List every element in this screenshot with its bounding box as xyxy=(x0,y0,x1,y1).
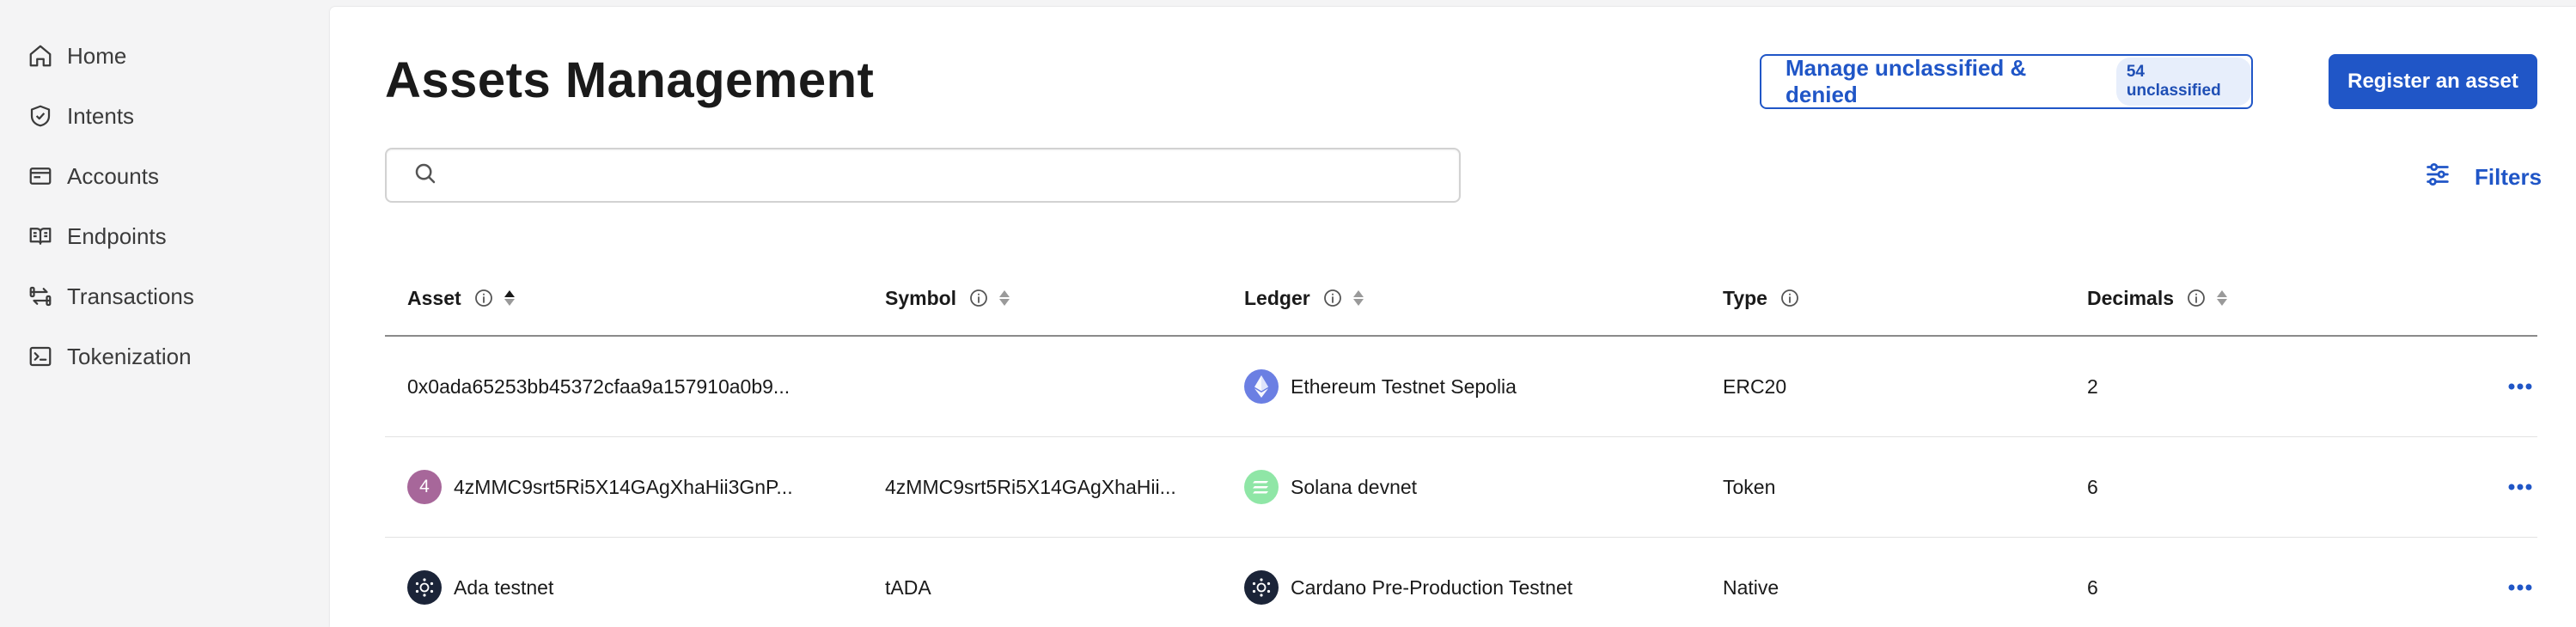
sidebar-item-transactions[interactable]: Transactions xyxy=(0,266,330,326)
symbol-cell: tADA xyxy=(885,538,931,627)
decimals-cell: 6 xyxy=(2087,538,2098,627)
asset-type: Native xyxy=(1723,575,1779,599)
cardano-icon xyxy=(407,570,442,605)
unclassified-count-badge: 54 unclassified xyxy=(2115,58,2251,106)
sidebar-item-home[interactable]: Home xyxy=(0,26,330,86)
column-label: Asset xyxy=(407,286,461,309)
sidebar-item-intents[interactable]: Intents xyxy=(0,86,330,146)
column-header-decimals[interactable]: Decimals xyxy=(2087,285,2229,311)
info-icon[interactable] xyxy=(1779,288,1800,308)
info-icon[interactable] xyxy=(1322,288,1343,308)
solana-icon xyxy=(1244,470,1279,504)
filters-label: Filters xyxy=(2475,164,2542,190)
asset-type: ERC20 xyxy=(1723,374,1787,398)
ledger-cell: Cardano Pre-Production Testnet xyxy=(1244,538,1572,627)
transfer-icon xyxy=(26,282,55,311)
row-actions-button[interactable] xyxy=(2503,470,2537,504)
terminal-icon xyxy=(26,342,55,371)
sort-icon[interactable] xyxy=(2215,288,2229,308)
cardano-icon xyxy=(1244,570,1279,605)
asset-name: Ada testnet xyxy=(454,575,554,599)
register-asset-label: Register an asset xyxy=(2347,70,2518,93)
column-header-type[interactable]: Type xyxy=(1723,285,1800,311)
column-header-ledger[interactable]: Ledger xyxy=(1244,285,1365,311)
sidebar-item-label: Home xyxy=(67,42,127,69)
type-cell: Token xyxy=(1723,437,1775,537)
column-label: Symbol xyxy=(885,286,957,309)
symbol-cell: 4zMMC9srt5Ri5X14GAgXhaHii... xyxy=(885,437,1176,537)
type-cell: ERC20 xyxy=(1723,337,1786,436)
type-cell: Native xyxy=(1723,538,1779,627)
table-row[interactable]: 4 4zMMC9srt5Ri5X14GAgXhaHii3GnP... 4zMMC… xyxy=(385,437,2537,538)
manage-unclassified-label: Manage unclassified & denied xyxy=(1785,55,2027,107)
sidebar: Home Intents Accounts Endpoints Transact… xyxy=(0,0,330,627)
main-panel: Assets Management Manage unclassified & … xyxy=(330,7,2576,627)
sidebar-item-label: Endpoints xyxy=(67,222,167,249)
ledger-name: Cardano Pre-Production Testnet xyxy=(1291,575,1573,599)
asset-decimals: 6 xyxy=(2087,575,2098,599)
column-label: Ledger xyxy=(1244,286,1310,309)
asset-name: 0x0ada65253bb45372cfaa9a157910a0b9... xyxy=(407,374,791,398)
filters-button[interactable]: Filters xyxy=(2401,160,2542,195)
asset-name: 4zMMC9srt5Ri5X14GAgXhaHii3GnP... xyxy=(454,475,793,498)
sidebar-item-tokenization[interactable]: Tokenization xyxy=(0,326,330,387)
asset-cell: 4 4zMMC9srt5Ri5X14GAgXhaHii3GnP... xyxy=(407,437,793,537)
shield-check-icon xyxy=(26,101,55,131)
asset-symbol: tADA xyxy=(885,575,931,599)
asset-symbol: 4zMMC9srt5Ri5X14GAgXhaHii... xyxy=(885,475,1176,498)
asset-type: Token xyxy=(1723,475,1776,498)
row-actions-button[interactable] xyxy=(2503,369,2537,404)
search-icon xyxy=(412,161,438,191)
asset-cell: 0x0ada65253bb45372cfaa9a157910a0b9... xyxy=(407,337,790,436)
book-icon xyxy=(26,222,55,251)
asset-cell: Ada testnet xyxy=(407,538,553,627)
ledger-name: Solana devnet xyxy=(1291,475,1418,498)
ethereum-icon xyxy=(1244,369,1279,404)
table-row[interactable]: 0x0ada65253bb45372cfaa9a157910a0b9... Et… xyxy=(385,337,2537,437)
table-row[interactable]: Ada testnet tADA Cardano Pre-Production … xyxy=(385,538,2537,627)
more-horizontal-icon xyxy=(2508,383,2532,390)
more-horizontal-icon xyxy=(2508,484,2532,490)
search-box[interactable] xyxy=(385,148,1461,203)
ledger-cell: Solana devnet xyxy=(1244,437,1417,537)
sort-ascending-icon[interactable] xyxy=(503,288,516,308)
decimals-cell: 2 xyxy=(2087,337,2098,436)
sidebar-item-endpoints[interactable]: Endpoints xyxy=(0,206,330,266)
ledger-cell: Ethereum Testnet Sepolia xyxy=(1244,337,1517,436)
column-header-symbol[interactable]: Symbol xyxy=(885,285,1011,311)
sidebar-item-label: Tokenization xyxy=(67,343,192,369)
sidebar-item-label: Transactions xyxy=(67,283,194,309)
row-actions-button[interactable] xyxy=(2503,570,2537,605)
table-header: Asset Symbol Ledger Type Decimals xyxy=(385,256,2537,337)
filters-icon xyxy=(2423,160,2452,195)
search-input[interactable] xyxy=(450,163,1438,187)
wallet-icon xyxy=(26,161,55,191)
sort-icon[interactable] xyxy=(998,288,1011,308)
asset-letter-avatar: 4 xyxy=(407,470,442,504)
info-icon[interactable] xyxy=(473,288,494,308)
asset-decimals: 6 xyxy=(2087,475,2098,498)
sort-icon[interactable] xyxy=(1352,288,1365,308)
info-icon[interactable] xyxy=(968,288,989,308)
column-label: Decimals xyxy=(2087,286,2175,309)
decimals-cell: 6 xyxy=(2087,437,2098,537)
column-label: Type xyxy=(1723,286,1767,309)
info-icon[interactable] xyxy=(2186,288,2207,308)
asset-decimals: 2 xyxy=(2087,374,2098,398)
column-header-asset[interactable]: Asset xyxy=(407,285,516,311)
ledger-name: Ethereum Testnet Sepolia xyxy=(1291,374,1517,398)
more-horizontal-icon xyxy=(2508,584,2532,591)
sidebar-item-accounts[interactable]: Accounts xyxy=(0,146,330,206)
page-title: Assets Management xyxy=(385,52,875,108)
sidebar-item-label: Intents xyxy=(67,102,135,129)
assets-table: Asset Symbol Ledger Type Decimals 0x0ada… xyxy=(385,256,2537,627)
home-icon xyxy=(26,41,55,70)
manage-unclassified-button[interactable]: Manage unclassified & denied 54 unclassi… xyxy=(1760,54,2253,109)
sidebar-item-label: Accounts xyxy=(67,162,159,189)
register-asset-button[interactable]: Register an asset xyxy=(2329,54,2537,109)
